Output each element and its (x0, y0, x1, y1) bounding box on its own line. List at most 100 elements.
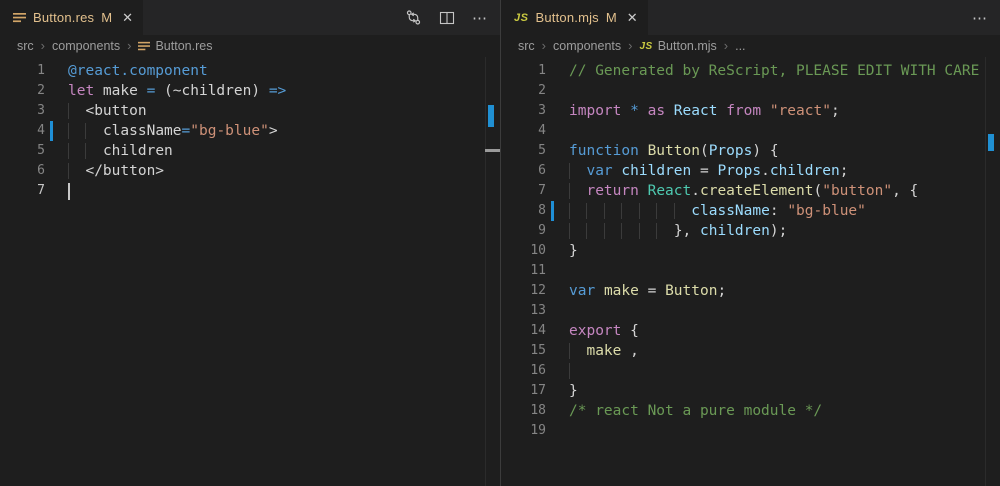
tab-button-res[interactable]: Button.res M ✕ (0, 0, 143, 35)
code-line[interactable]: 6 </button> (0, 161, 500, 181)
line-number: 2 (501, 81, 546, 101)
breadcrumb-item-file[interactable]: JS Button.mjs (639, 39, 716, 53)
code-text (569, 361, 1000, 381)
overview-modified-marker (988, 134, 994, 151)
open-changes-icon[interactable] (405, 9, 422, 26)
tab-label: Button.res (33, 10, 94, 25)
code-text: make , (569, 341, 1000, 361)
code-line[interactable]: 17} (501, 381, 1000, 401)
code-line[interactable]: 12var make = Button; (501, 281, 1000, 301)
code-line[interactable]: 18/* react Not a pure module */ (501, 401, 1000, 421)
res-file-icon (138, 40, 150, 52)
gutter-spacer (546, 161, 569, 181)
gutter-spacer (546, 261, 569, 281)
code-line[interactable]: 7 (0, 181, 500, 201)
code-line[interactable]: 5function Button(Props) { (501, 141, 1000, 161)
gutter-spacer (45, 81, 68, 101)
indent-guide (68, 123, 85, 139)
more-actions-icon[interactable]: ⋯ (972, 9, 988, 27)
close-icon[interactable]: ✕ (122, 11, 133, 24)
code-text: children (68, 141, 500, 161)
close-icon[interactable]: ✕ (627, 11, 638, 24)
breadcrumb-item-src[interactable]: src (518, 39, 535, 53)
gutter-spacer (546, 241, 569, 261)
line-number: 14 (501, 321, 546, 341)
indent-guide (639, 223, 656, 239)
line-number: 3 (501, 101, 546, 121)
chevron-right-icon: › (724, 38, 728, 53)
split-editor-icon[interactable] (439, 10, 455, 26)
code-line[interactable]: 16 (501, 361, 1000, 381)
code-line[interactable]: 1// Generated by ReScript, PLEASE EDIT W… (501, 61, 1000, 81)
text-cursor (68, 183, 70, 200)
gutter-spacer (546, 421, 569, 441)
gutter-spacer (546, 121, 569, 141)
code-line[interactable]: 3import * as React from "react"; (501, 101, 1000, 121)
code-line[interactable]: 2 (501, 81, 1000, 101)
code-editor-button-mjs[interactable]: 1// Generated by ReScript, PLEASE EDIT W… (501, 57, 1000, 441)
gutter-spacer (45, 101, 68, 121)
breadcrumb-item-src[interactable]: src (17, 39, 34, 53)
tab-bar-right: JS Button.mjs M ✕ ⋯ (501, 0, 1000, 35)
tab-bar-left: Button.res M ✕ (0, 0, 500, 35)
code-text: } (569, 241, 1000, 261)
more-actions-icon[interactable]: ⋯ (472, 9, 488, 27)
breadcrumb-item-file[interactable]: Button.res (138, 39, 212, 53)
code-editor-button-res[interactable]: 1@react.component2let make = (~children)… (0, 57, 500, 201)
overview-ruler[interactable] (985, 57, 1000, 486)
line-number: 11 (501, 261, 546, 281)
code-line[interactable]: 5 children (0, 141, 500, 161)
git-modified-badge: M (101, 10, 112, 25)
code-line[interactable]: 14export { (501, 321, 1000, 341)
gutter-spacer (546, 381, 569, 401)
tab-button-mjs[interactable]: JS Button.mjs M ✕ (501, 0, 648, 35)
overview-ruler[interactable] (485, 57, 500, 486)
tab-label: Button.mjs (535, 10, 598, 25)
overview-cursor-marker (485, 149, 500, 152)
code-line[interactable]: 1@react.component (0, 61, 500, 81)
indent-guide (621, 223, 638, 239)
gutter-spacer (546, 101, 569, 121)
code-line[interactable]: 11 (501, 261, 1000, 281)
code-text (569, 421, 1000, 441)
overview-modified-marker (488, 105, 494, 127)
git-modified-badge: M (606, 10, 617, 25)
indent-guide (639, 203, 656, 219)
line-number: 16 (501, 361, 546, 381)
code-line[interactable]: 13 (501, 301, 1000, 321)
code-text: return React.createElement("button", { (569, 181, 1000, 201)
gutter-spacer (546, 61, 569, 81)
gutter-spacer (546, 81, 569, 101)
code-line[interactable]: 3 <button (0, 101, 500, 121)
breadcrumb-item-components[interactable]: components (553, 39, 621, 53)
code-line[interactable]: 2let make = (~children) => (0, 81, 500, 101)
indent-guide (586, 223, 603, 239)
code-line[interactable]: 8 className: "bg-blue" (501, 201, 1000, 221)
line-number: 8 (501, 201, 546, 221)
code-text: var make = Button; (569, 281, 1000, 301)
code-line[interactable]: 10} (501, 241, 1000, 261)
code-text (569, 81, 1000, 101)
code-text: /* react Not a pure module */ (569, 401, 1000, 421)
js-icon: JS (514, 12, 528, 24)
breadcrumb-item-components[interactable]: components (52, 39, 120, 53)
code-line[interactable]: 6 var children = Props.children; (501, 161, 1000, 181)
indent-guide (569, 203, 586, 219)
line-number: 4 (0, 121, 45, 141)
indent-guide (68, 163, 85, 179)
code-text: } (569, 381, 1000, 401)
breadcrumb-item-symbol-ellipsis[interactable]: ... (735, 39, 745, 53)
code-line[interactable]: 7 return React.createElement("button", { (501, 181, 1000, 201)
code-text: className="bg-blue"> (68, 121, 500, 141)
code-text: <button (68, 101, 500, 121)
line-number: 5 (501, 141, 546, 161)
code-line[interactable]: 4 (501, 121, 1000, 141)
code-line[interactable]: 9 }, children); (501, 221, 1000, 241)
indent-guide (586, 203, 603, 219)
line-number: 5 (0, 141, 45, 161)
code-line[interactable]: 4 className="bg-blue"> (0, 121, 500, 141)
code-line[interactable]: 15 make , (501, 341, 1000, 361)
chevron-right-icon: › (628, 38, 632, 53)
code-line[interactable]: 19 (501, 421, 1000, 441)
line-number: 15 (501, 341, 546, 361)
